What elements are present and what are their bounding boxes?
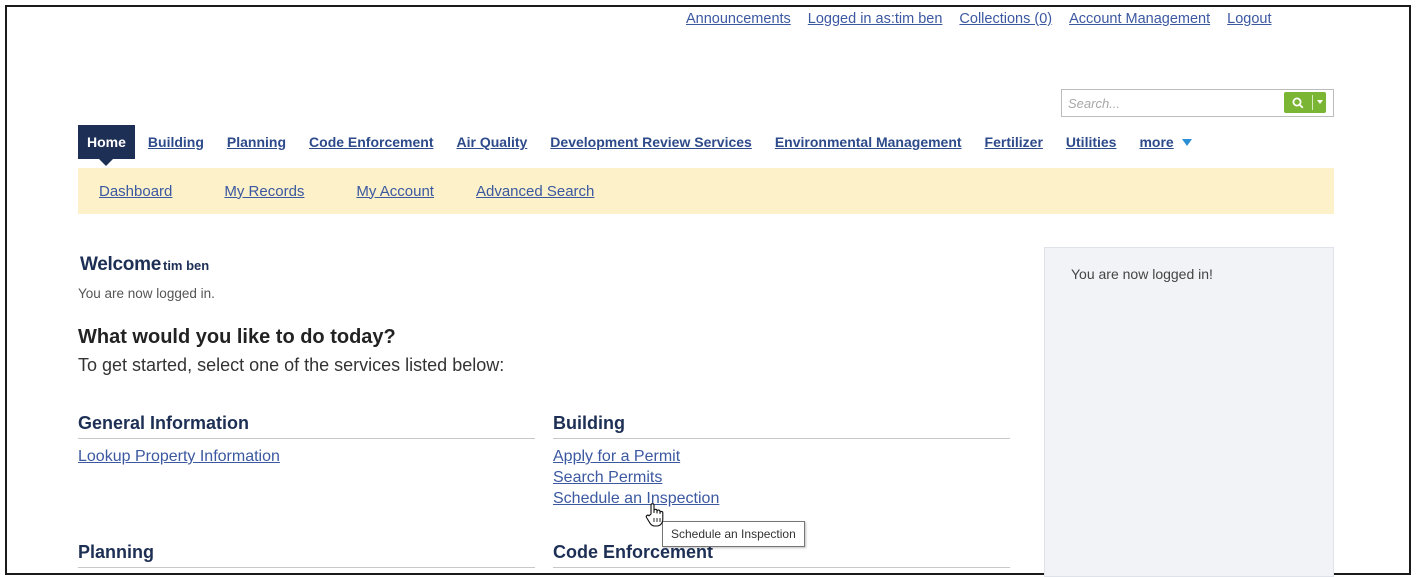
tab-code-enforcement[interactable]: Code Enforcement xyxy=(309,134,433,150)
tab-air-quality[interactable]: Air Quality xyxy=(457,134,528,150)
welcome-heading: Welcome tim ben xyxy=(80,254,209,276)
section-planning: Planning xyxy=(78,542,535,568)
caret-down-icon xyxy=(1181,138,1192,146)
hand-cursor-icon xyxy=(645,502,665,528)
subnav-dashboard[interactable]: Dashboard xyxy=(99,183,172,200)
search-button[interactable] xyxy=(1284,92,1326,113)
welcome-subtitle: You are now logged in. xyxy=(78,286,215,301)
logout-link[interactable]: Logout xyxy=(1227,11,1271,27)
section-title: Building xyxy=(553,413,1010,439)
tab-fertilizer[interactable]: Fertilizer xyxy=(985,134,1043,150)
section-building: Building Apply for a Permit Search Permi… xyxy=(553,413,1010,509)
account-management-link[interactable]: Account Management xyxy=(1069,11,1210,27)
search-icon xyxy=(1284,92,1312,113)
tab-planning[interactable]: Planning xyxy=(227,134,286,150)
search-permits-link[interactable]: Search Permits xyxy=(553,467,1010,488)
status-message: You are now logged in! xyxy=(1071,266,1213,282)
tab-building[interactable]: Building xyxy=(148,134,204,150)
schedule-inspection-link[interactable]: Schedule an Inspection xyxy=(553,488,1010,509)
top-utility-links: Announcements Logged in as:tim ben Colle… xyxy=(686,11,1272,27)
sub-nav: Dashboard My Records My Account Advanced… xyxy=(78,168,1334,214)
announcements-link[interactable]: Announcements xyxy=(686,11,791,27)
more-menu[interactable]: more xyxy=(1139,134,1192,150)
main-nav: Home Building Planning Code Enforcement … xyxy=(78,125,1192,166)
lookup-property-information-link[interactable]: Lookup Property Information xyxy=(78,446,535,467)
subnav-my-records[interactable]: My Records xyxy=(224,183,304,200)
prompt-title: What would you like to do today? xyxy=(78,326,396,348)
subnav-my-account[interactable]: My Account xyxy=(356,183,434,200)
tab-development-review-services[interactable]: Development Review Services xyxy=(550,134,752,150)
section-general-information: General Information Lookup Property Info… xyxy=(78,413,535,467)
tab-environmental-management[interactable]: Environmental Management xyxy=(775,134,962,150)
section-title: Planning xyxy=(78,542,535,568)
status-panel: You are now logged in! xyxy=(1044,247,1334,577)
tab-more[interactable]: more xyxy=(1139,134,1173,150)
apply-for-permit-link[interactable]: Apply for a Permit xyxy=(553,446,1010,467)
tab-home[interactable]: Home xyxy=(78,125,135,166)
logged-in-as-link[interactable]: Logged in as:tim ben xyxy=(808,11,943,27)
tooltip: Schedule an Inspection xyxy=(662,521,805,547)
prompt-subtitle: To get started, select one of the servic… xyxy=(78,355,505,375)
welcome-user: tim ben xyxy=(162,258,210,273)
subnav-advanced-search[interactable]: Advanced Search xyxy=(476,183,594,200)
search-dropdown-icon[interactable] xyxy=(1313,100,1326,105)
welcome-title: Welcome xyxy=(80,254,161,275)
collections-link[interactable]: Collections (0) xyxy=(959,11,1052,27)
search-input[interactable] xyxy=(1062,90,1294,116)
section-title: General Information xyxy=(78,413,535,439)
tab-utilities[interactable]: Utilities xyxy=(1066,134,1117,150)
